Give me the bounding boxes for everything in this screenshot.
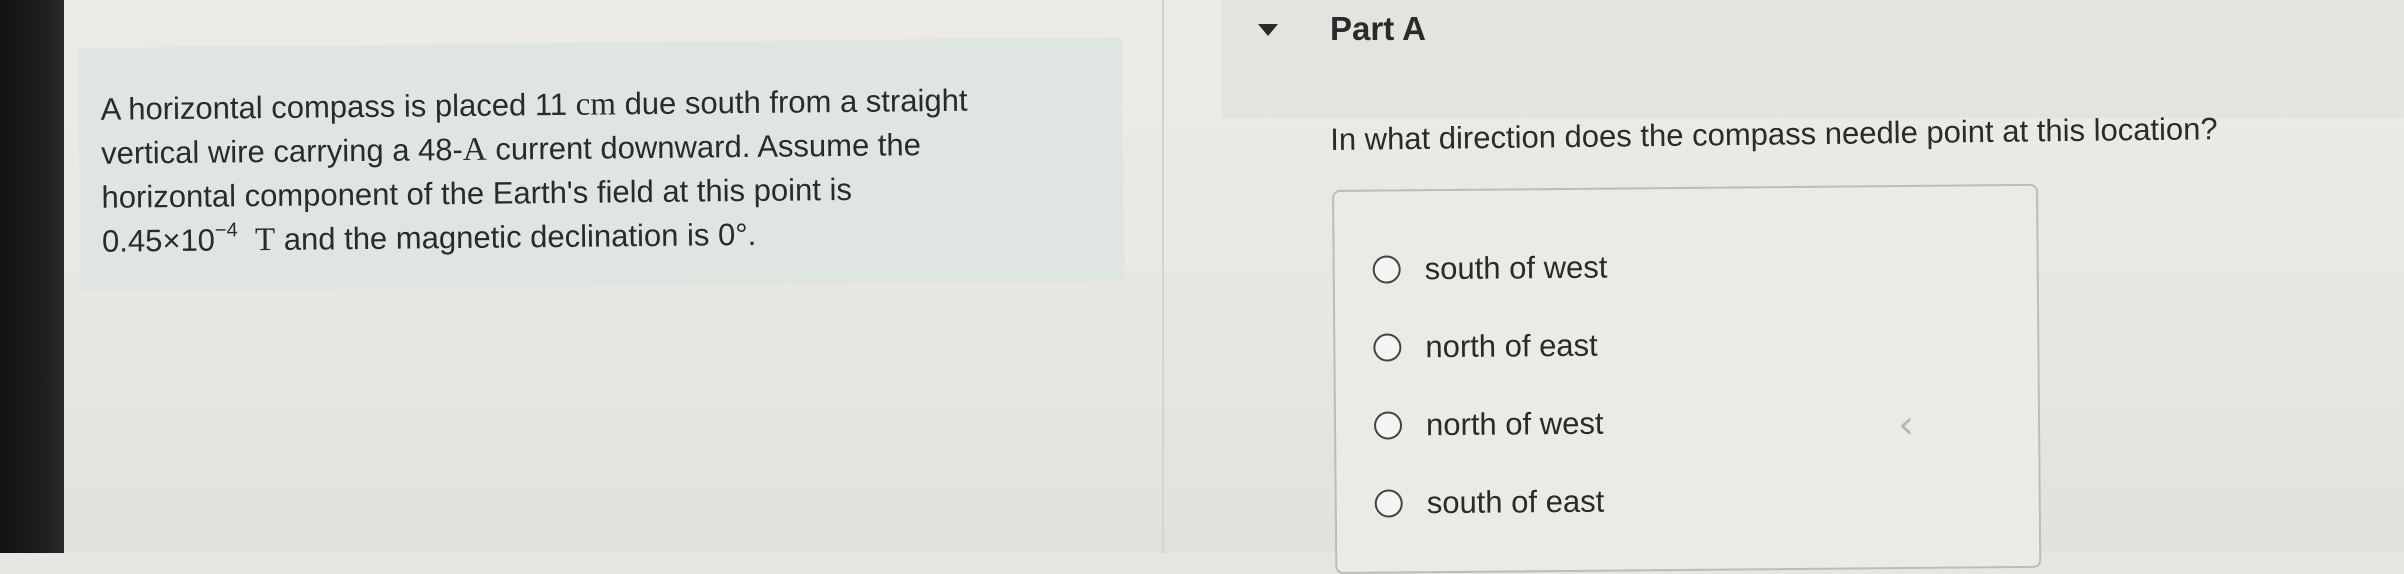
option-label: north of east [1425,327,1598,365]
problem-text-1b: due south from a straight [615,82,968,122]
radio-button[interactable] [1373,411,1403,440]
option-north-of-east[interactable]: north of east [1373,326,1598,368]
option-north-of-west[interactable]: north of west [1373,404,1604,446]
problem-statement: A horizontal compass is placed 11 cm due… [100,77,1102,267]
radio-button[interactable] [1373,333,1402,362]
problem-text-4b: and the magnetic declination is 0°. [274,216,757,257]
option-south-of-east[interactable]: south of east [1374,482,1605,524]
field-exponent: −4 [214,219,238,242]
dark-edge [0,0,64,553]
option-label: south of west [1424,249,1608,287]
option-label: north of west [1425,405,1604,443]
field-coefficient: 0.45×10 [101,222,216,259]
part-title[interactable]: Part A [1330,10,1426,48]
answer-options: south of west north of east north of wes… [1332,183,2042,574]
mouse-cursor-icon: ‹ [1898,402,1914,448]
radio-button[interactable] [1374,489,1403,518]
problem-text-3: horizontal component of the Earth's fiel… [101,171,853,215]
option-label: south of east [1426,483,1605,521]
unit-cm: cm [575,86,617,123]
unit-tesla: T [254,221,276,259]
problem-text-2b: current downward. Assume the [486,127,922,167]
problem-text-1a: A horizontal compass is placed 11 [100,86,576,127]
problem-text-2a: vertical wire carrying a 48- [100,131,464,171]
unit-ampere: A [462,131,487,168]
option-south-of-west[interactable]: south of west [1372,248,1608,290]
radio-button[interactable] [1372,255,1401,284]
collapse-toggle-icon[interactable] [1258,24,1278,36]
problem-statement-box: A horizontal compass is placed 11 cm due… [78,37,1125,292]
column-divider [1162,0,1164,553]
